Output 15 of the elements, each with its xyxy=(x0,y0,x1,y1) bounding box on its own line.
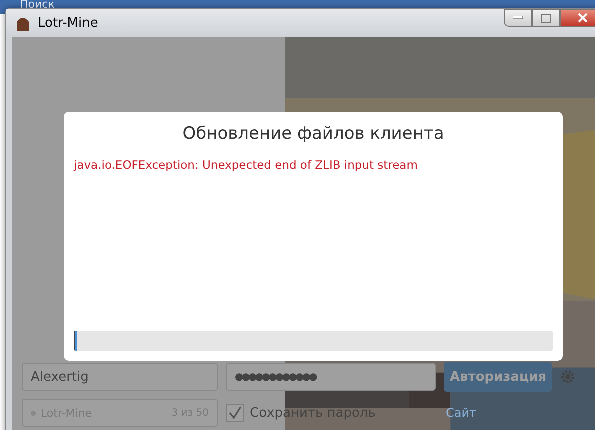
window-title: Lotr-Mine xyxy=(38,16,98,30)
minimize-icon xyxy=(513,16,523,20)
close-button[interactable] xyxy=(560,9,595,27)
taskbar-search-label: Поиск xyxy=(20,0,56,10)
error-message: java.io.EOFException: Unexpected end of ZLIB input stream xyxy=(74,158,419,172)
minimize-button[interactable] xyxy=(504,9,532,27)
password-field[interactable]: ●●●●●●●●●●●● xyxy=(226,363,436,391)
maximize-button[interactable] xyxy=(532,9,560,27)
username-field[interactable]: Alexertig xyxy=(22,363,218,391)
site-link[interactable]: Сайт xyxy=(446,406,477,420)
close-icon xyxy=(578,13,588,23)
login-button[interactable]: Авторизация xyxy=(444,362,552,392)
save-password-checkbox[interactable] xyxy=(226,404,244,422)
dialog-title: Обновление файлов клиента xyxy=(182,124,446,144)
maximize-icon xyxy=(541,14,551,22)
